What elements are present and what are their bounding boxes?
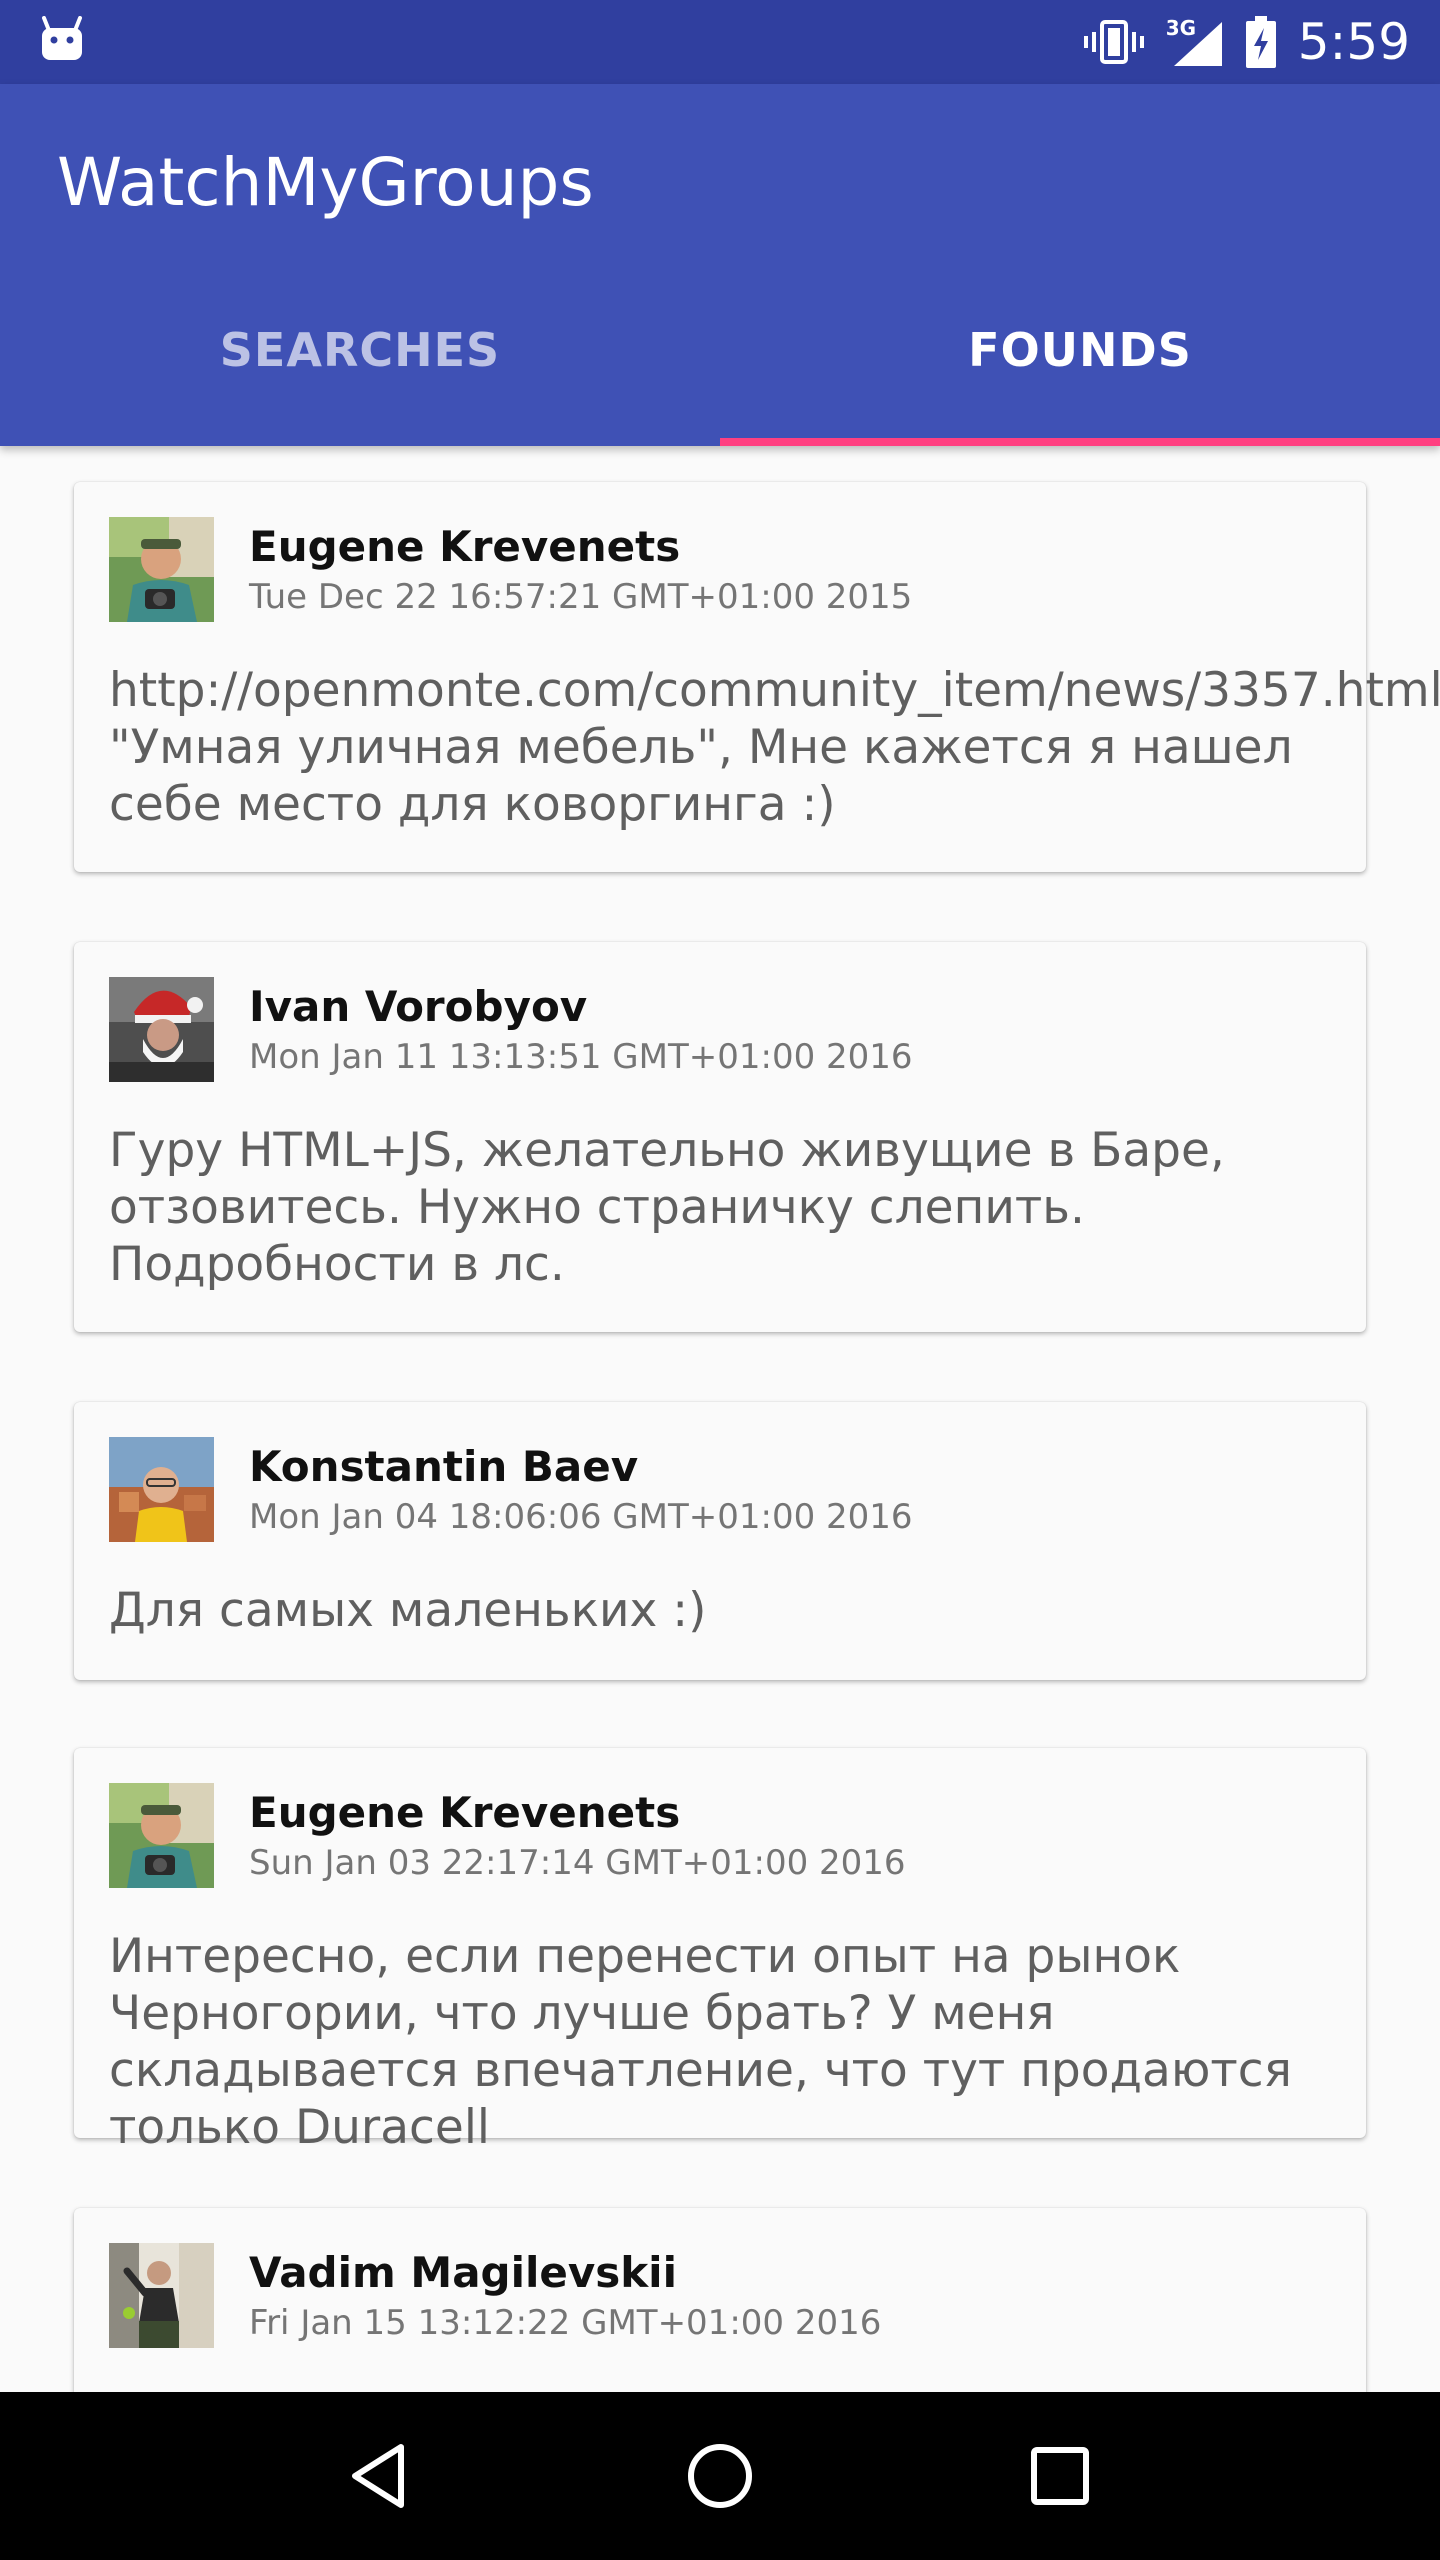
post-list[interactable]: Eugene Krevenets Tue Dec 22 16:57:21 GMT… — [0, 446, 1440, 2392]
tab-label: FOUNDS — [968, 323, 1192, 377]
author-avatar[interactable] — [109, 1437, 214, 1542]
author-name[interactable]: Eugene Krevenets — [249, 1788, 680, 1837]
post-date: Sun Jan 03 22:17:14 GMT+01:00 2016 — [249, 1843, 906, 1883]
post-date: Fri Jan 15 13:12:22 GMT+01:00 2016 — [249, 2303, 882, 2343]
post-text: Для самых маленьких :) — [109, 1583, 707, 1638]
post-card[interactable]: Eugene Krevenets Tue Dec 22 16:57:21 GMT… — [74, 482, 1440, 872]
back-button[interactable] — [320, 2416, 440, 2536]
android-notification-icon — [40, 16, 84, 62]
home-button[interactable] — [660, 2416, 780, 2536]
author-avatar[interactable] — [109, 1783, 214, 1888]
post-date: Tue Dec 22 16:57:21 GMT+01:00 2015 — [249, 577, 913, 617]
author-avatar[interactable] — [109, 517, 214, 622]
post-text: Интересно, если перенести опыт на рынок … — [109, 1929, 1292, 2155]
back-icon — [352, 2444, 404, 2508]
status-clock: 5:59 — [1297, 13, 1410, 71]
post-text: Гуру HTML+JS, желательно живущие в Баре,… — [109, 1123, 1225, 1292]
author-name[interactable]: Eugene Krevenets — [249, 522, 680, 571]
tab-indicator — [720, 438, 1440, 446]
post-date: Mon Jan 04 18:06:06 GMT+01:00 2016 — [249, 1497, 913, 1537]
tab-label: SEARCHES — [219, 323, 501, 377]
post-date: Mon Jan 11 13:13:51 GMT+01:00 2016 — [249, 1037, 913, 1077]
author-avatar[interactable] — [109, 977, 214, 1082]
system-navigation-bar — [0, 2392, 1440, 2560]
author-name[interactable]: Vadim Magilevskii — [249, 2248, 677, 2297]
app-title: WatchMyGroups — [57, 144, 594, 221]
author-name[interactable]: Konstantin Baev — [249, 1442, 638, 1491]
home-icon — [688, 2444, 752, 2508]
post-card[interactable]: Eugene Krevenets Sun Jan 03 22:17:14 GMT… — [74, 1748, 1366, 2155]
tab-bar: SEARCHES FOUNDS — [0, 264, 1440, 446]
recents-button[interactable] — [1000, 2416, 1120, 2536]
author-avatar[interactable] — [109, 2243, 214, 2348]
author-name[interactable]: Ivan Vorobyov — [249, 982, 587, 1031]
recents-icon — [1031, 2447, 1089, 2505]
signal-icon: 3G — [1166, 14, 1224, 70]
post-text: http://openmonte.com/community_item/news… — [109, 663, 1440, 832]
app-bar: WatchMyGroups SEARCHES FOUNDS — [0, 84, 1440, 446]
battery-charging-icon — [1245, 16, 1276, 68]
post-card[interactable]: Konstantin Baev Mon Jan 04 18:06:06 GMT+… — [74, 1402, 1366, 1680]
post-card[interactable]: Vadim Magilevskii Fri Jan 15 13:12:22 GM… — [74, 2208, 1366, 2392]
post-card[interactable]: Ivan Vorobyov Mon Jan 11 13:13:51 GMT+01… — [74, 942, 1366, 1332]
vibrate-icon — [1083, 18, 1144, 66]
tab-founds[interactable]: FOUNDS — [720, 264, 1440, 446]
tab-searches[interactable]: SEARCHES — [0, 264, 720, 446]
status-bar: 3G 5:59 — [0, 0, 1440, 84]
